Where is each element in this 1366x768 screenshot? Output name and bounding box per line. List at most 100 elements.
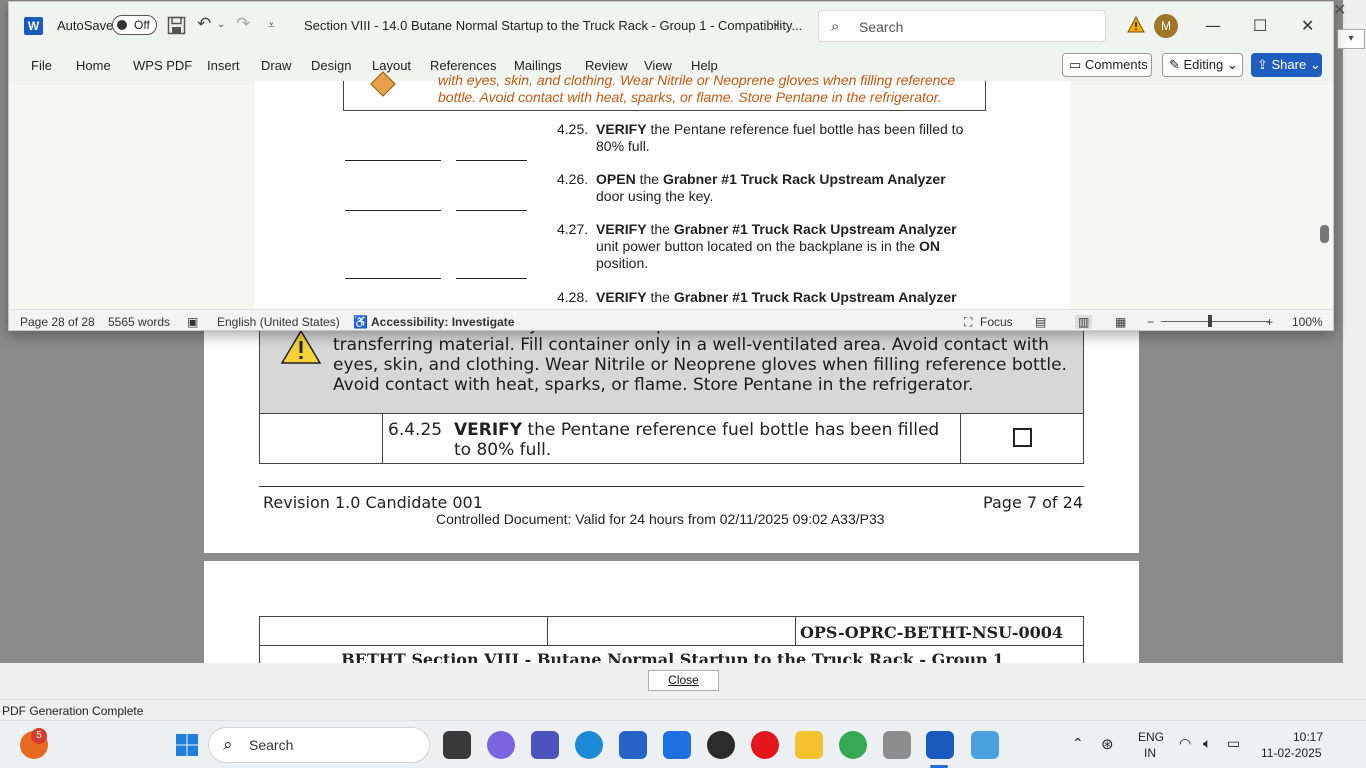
battery-icon[interactable]: ▭ bbox=[1227, 735, 1240, 752]
tab-help[interactable]: Help bbox=[691, 58, 718, 73]
maximize-icon[interactable]: ☐ bbox=[1253, 16, 1267, 35]
tab-references[interactable]: References bbox=[430, 58, 496, 73]
volume-icon[interactable]: 🔈︎ bbox=[1203, 735, 1211, 752]
tab-draw[interactable]: Draw bbox=[261, 58, 291, 73]
autosave-label: AutoSave bbox=[57, 18, 114, 33]
tab-design[interactable]: Design bbox=[311, 58, 351, 73]
windows-start-icon[interactable] bbox=[175, 733, 199, 757]
step-number: 4.28. bbox=[557, 289, 589, 305]
viewer-scrollbar[interactable] bbox=[1343, 0, 1366, 663]
signature-line bbox=[456, 278, 527, 279]
undo-icon[interactable]: ↶ bbox=[197, 14, 211, 34]
read-mode-icon[interactable]: ▤ bbox=[1035, 315, 1046, 329]
proofing-icon[interactable]: ▣ bbox=[187, 315, 198, 329]
opera-icon[interactable] bbox=[751, 731, 779, 759]
editing-label: Editing bbox=[1183, 57, 1224, 72]
tab-file[interactable]: File bbox=[31, 58, 52, 73]
document-id: OPS-OPRC-BETHT-NSU-0004 bbox=[799, 623, 1063, 642]
tab-home[interactable]: Home bbox=[76, 58, 111, 73]
minimize-icon[interactable]: — bbox=[1205, 16, 1221, 35]
document-page[interactable]: with eyes, skin, and clothing. Wear Nitr… bbox=[255, 71, 1070, 309]
focus-icon[interactable]: ⛶ bbox=[964, 315, 972, 330]
taskbar: 5 ⌕ Search ⌃ ⊛ ENG IN ◠ 🔈︎ ▭ 10:17 11-02… bbox=[0, 720, 1366, 768]
zoom-slider-thumb[interactable] bbox=[1208, 315, 1212, 327]
step-number: 4.26. bbox=[557, 171, 589, 187]
document-title[interactable]: Section VIII - 14.0 Butane Normal Startu… bbox=[304, 18, 802, 33]
language-bottom[interactable]: IN bbox=[1144, 746, 1156, 760]
share-button[interactable]: ⇪ Share ⌄ bbox=[1251, 53, 1322, 77]
title-chevron-down-icon[interactable]: ⌄ bbox=[771, 15, 782, 30]
task-view-icon[interactable] bbox=[443, 731, 471, 759]
document-area: with eyes, skin, and clothing. Wear Nitr… bbox=[9, 71, 1333, 309]
viewer-close-icon[interactable]: ✕ bbox=[1333, 0, 1346, 19]
copilot-icon[interactable] bbox=[487, 731, 515, 759]
signature-line bbox=[345, 160, 441, 161]
store-icon[interactable] bbox=[619, 731, 647, 759]
step-row: 6.4.25 VERIFY the Pentane reference fuel… bbox=[259, 413, 1084, 464]
tab-insert[interactable]: Insert bbox=[207, 58, 240, 73]
chrome-icon[interactable] bbox=[839, 731, 867, 759]
header-table: OPS-OPRC-BETHT-NSU-0004 BETHT Section VI… bbox=[259, 616, 1084, 663]
autosave-toggle[interactable]: Off bbox=[112, 15, 157, 35]
avatar[interactable]: M bbox=[1154, 14, 1178, 38]
tab-mailings[interactable]: Mailings bbox=[514, 58, 562, 73]
chevron-up-icon[interactable]: ⌃ bbox=[1072, 735, 1084, 752]
dell-icon[interactable] bbox=[707, 731, 735, 759]
zoom-out-icon[interactable]: − bbox=[1147, 315, 1154, 329]
taskbar-search[interactable]: ⌕ Search bbox=[208, 727, 430, 763]
signature-line bbox=[456, 160, 527, 161]
editing-button[interactable]: ✎ Editing ⌄ bbox=[1162, 53, 1243, 77]
app-icon[interactable] bbox=[971, 731, 999, 759]
close-button[interactable]: Close bbox=[648, 670, 719, 691]
zoom-slider[interactable] bbox=[1161, 321, 1269, 322]
tab-wps-pdf[interactable]: WPS PDF bbox=[133, 58, 192, 73]
teams-icon[interactable] bbox=[531, 731, 559, 759]
tab-view[interactable]: View bbox=[644, 58, 672, 73]
language-top[interactable]: ENG bbox=[1138, 730, 1164, 744]
tab-review[interactable]: Review bbox=[585, 58, 628, 73]
accessibility-status[interactable]: Accessibility: Investigate bbox=[371, 315, 514, 329]
step-text: VERIFY the Pentane reference fuel bottle… bbox=[454, 420, 954, 460]
wifi-icon[interactable]: ◠ bbox=[1179, 735, 1191, 752]
print-layout-icon[interactable]: ▥ bbox=[1075, 315, 1093, 329]
app-icon[interactable] bbox=[883, 731, 911, 759]
focus-label[interactable]: Focus bbox=[980, 315, 1013, 329]
comments-button[interactable]: ▭ Comments bbox=[1062, 53, 1152, 77]
file-explorer-icon[interactable] bbox=[795, 731, 823, 759]
search-icon: ⌕ bbox=[223, 735, 233, 755]
step-checkbox[interactable] bbox=[1013, 428, 1032, 447]
taskbar-search-label: Search bbox=[249, 737, 294, 753]
language[interactable]: English (United States) bbox=[217, 315, 340, 329]
save-icon[interactable] bbox=[167, 16, 186, 35]
share-label: Share bbox=[1271, 57, 1307, 72]
tab-layout[interactable]: Layout bbox=[372, 58, 411, 73]
document-scrollbar[interactable] bbox=[1320, 225, 1329, 243]
zoom-in-icon[interactable]: + bbox=[1266, 315, 1273, 329]
pencil-icon: ✎ bbox=[1169, 57, 1184, 72]
word-status-bar: Page 28 of 28 5565 words ▣ English (Unit… bbox=[9, 309, 1333, 330]
power-automate-icon[interactable] bbox=[663, 731, 691, 759]
edge-icon[interactable] bbox=[575, 731, 603, 759]
step-text: VERIFY the Grabner #1 Truck Rack Upstrea… bbox=[596, 221, 957, 271]
clock-time[interactable]: 10:17 bbox=[1293, 730, 1323, 744]
word-taskbar-icon[interactable] bbox=[926, 731, 954, 759]
accessibility-icon[interactable]: ♿ bbox=[353, 315, 368, 329]
web-layout-icon[interactable]: ▦ bbox=[1115, 315, 1126, 329]
undo-dropdown-icon[interactable]: ⌄ bbox=[217, 19, 225, 30]
viewer-chevron-down-icon[interactable]: ▾ bbox=[1337, 29, 1365, 49]
word-count[interactable]: 5565 words bbox=[108, 315, 170, 329]
close-icon[interactable]: ✕ bbox=[1301, 16, 1314, 35]
share-icon: ⇪ bbox=[1257, 57, 1272, 72]
alert-icon[interactable] bbox=[1127, 16, 1145, 33]
redo-icon[interactable]: ↷ bbox=[236, 14, 250, 34]
clock-date[interactable]: 11-02-2025 bbox=[1261, 746, 1322, 760]
network-settings-icon[interactable]: ⊛ bbox=[1101, 735, 1114, 753]
autosave-state: Off bbox=[134, 18, 150, 32]
search-input[interactable]: ⌕ Search bbox=[818, 10, 1106, 42]
step-number: 4.27. bbox=[557, 221, 589, 237]
title-bar: W AutoSave Off ↶ ⌄ ↷ ⩡ Section VIII - 14… bbox=[9, 2, 1333, 50]
page-count[interactable]: Page 28 of 28 bbox=[20, 315, 95, 329]
quick-access-icon[interactable]: ⩡ bbox=[268, 18, 275, 33]
step-text: VERIFY the Grabner #1 Truck Rack Upstrea… bbox=[596, 289, 957, 305]
zoom-level[interactable]: 100% bbox=[1292, 315, 1323, 329]
